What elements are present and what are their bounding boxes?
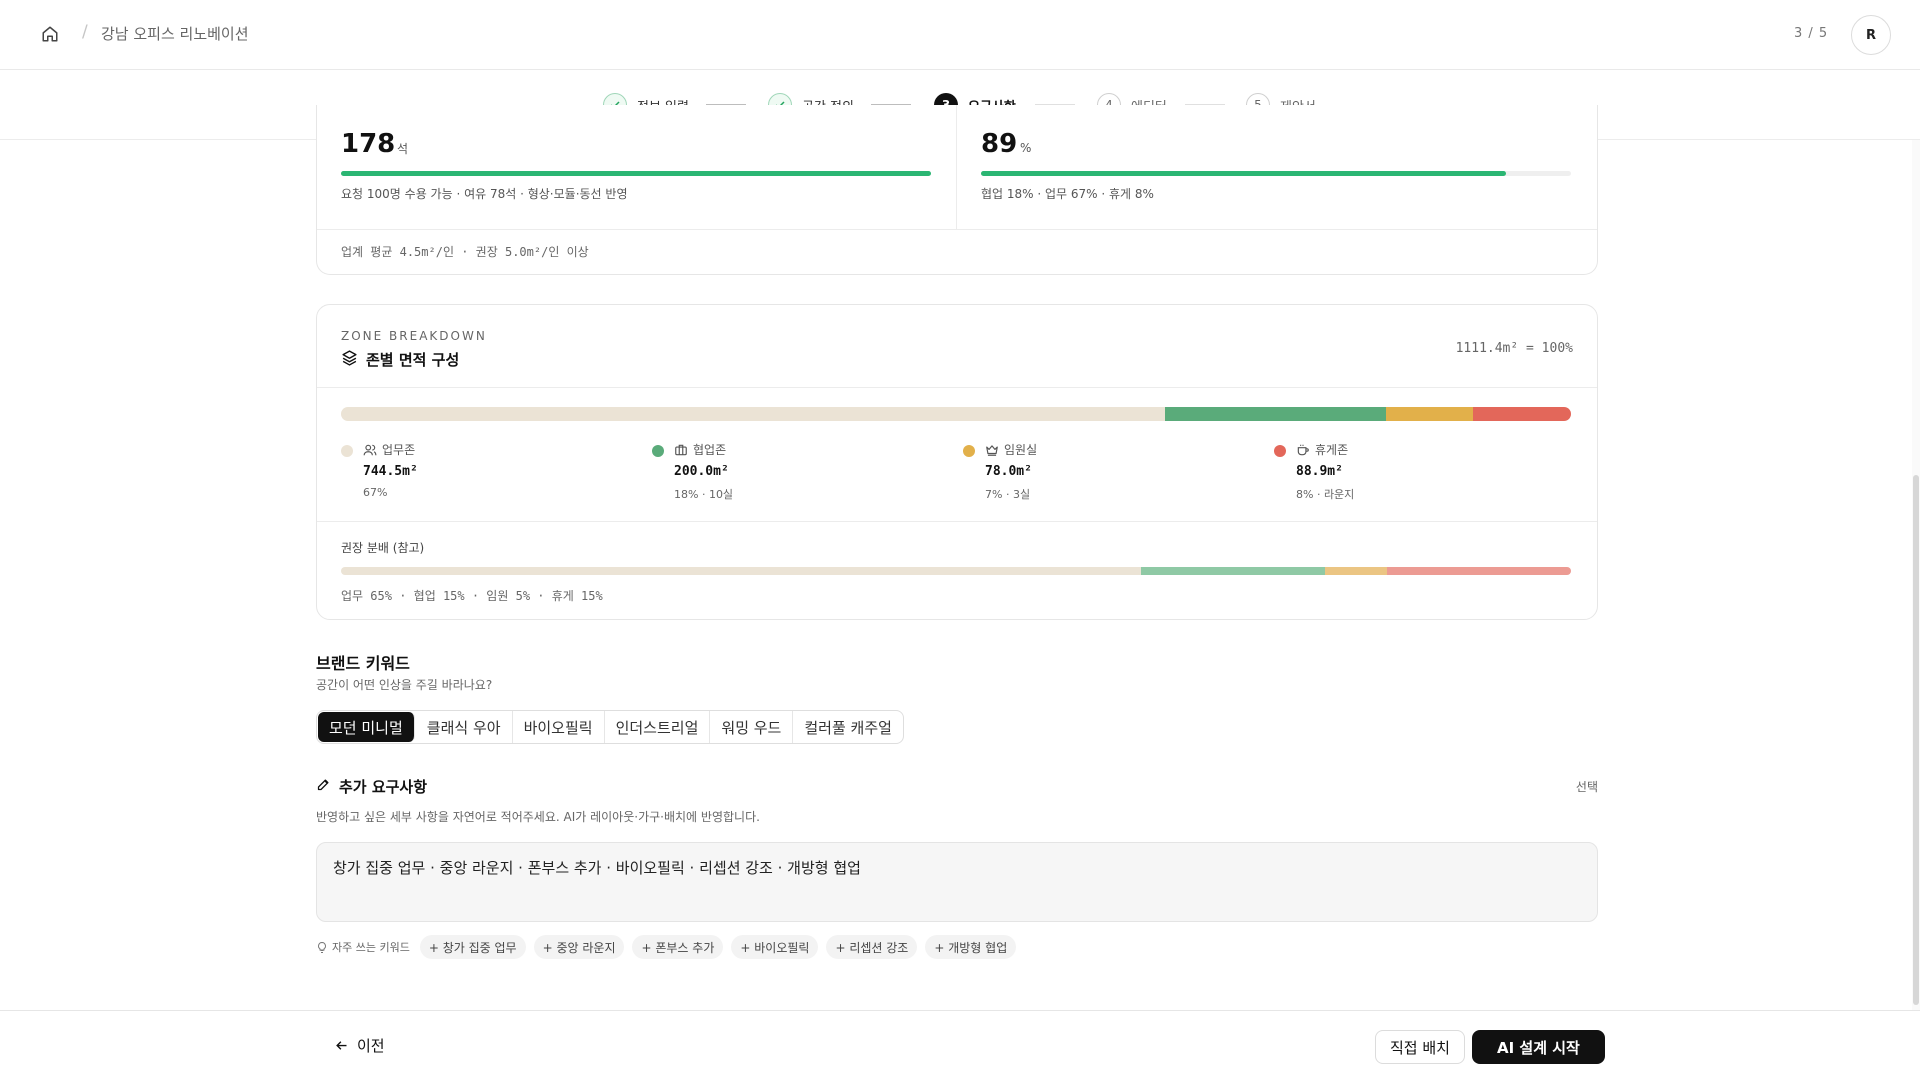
lightbulb-icon — [318, 941, 326, 953]
legend-label: 업무존 — [382, 443, 416, 457]
project-title[interactable]: 강남 오피스 리노베이션 — [101, 23, 249, 44]
optional-label: 선택 — [1575, 780, 1598, 794]
divider — [956, 105, 957, 229]
recommended-note: 업무 65% · 협업 15% · 임원 5% · 휴게 15% — [341, 589, 603, 603]
brand-title: 브랜드 키워드 — [316, 650, 410, 674]
efficiency-value: 89 — [981, 129, 1018, 159]
seat-unit: 석 — [397, 142, 409, 156]
users-icon — [363, 444, 377, 455]
divider — [317, 229, 1597, 230]
efficiency-progress — [981, 171, 1571, 176]
legend-sub: 7% · 3실 — [985, 488, 1031, 501]
brand-option-classic-elegant[interactable]: 클래식 우아 — [416, 711, 513, 743]
requirements-textarea[interactable] — [316, 842, 1598, 922]
scrollbar-thumb[interactable] — [1913, 475, 1919, 1005]
brand-title-text: 브랜드 키워드 — [316, 654, 410, 673]
legend-sub: 67% — [363, 486, 388, 499]
brand-subtitle: 공간이 어떤 인상을 주길 바라나요? — [316, 678, 493, 692]
keyword-chip[interactable]: + 개방형 협업 — [925, 935, 1017, 959]
top-bar: / 강남 오피스 리노베이션 3 / 5 R — [0, 0, 1920, 70]
legend-dot — [652, 445, 664, 457]
keyword-chip[interactable]: + 바이오필릭 — [731, 935, 819, 959]
brand-option-colorful-casual[interactable]: 컬러풀 캐주얼 — [793, 711, 903, 743]
legend-dot — [341, 445, 353, 457]
recommended-label: 권장 분배 (참고) — [341, 541, 425, 555]
zone-bar-segment — [341, 407, 1166, 421]
benchmark-note: 업계 평균 4.5m²/인 · 권장 5.0m²/인 이상 — [341, 245, 589, 259]
crown-icon — [986, 444, 998, 456]
back-button[interactable]: 이전 — [334, 1035, 385, 1056]
briefcase-icon — [675, 444, 687, 455]
manual-layout-button[interactable]: 직접 배치 — [1375, 1030, 1465, 1064]
zone-breakdown-card: ZONE BREAKDOWN 존별 면적 구성 1111.4m² = 100% … — [316, 304, 1598, 620]
recommended-bar-segment — [1325, 567, 1387, 575]
legend-area: 200.0m² — [674, 464, 729, 479]
requirements-title: 추가 요구사항 — [316, 776, 427, 797]
zone-bar-segment — [1472, 407, 1571, 421]
zone-total: 1111.4m² = 100% — [1455, 341, 1573, 356]
legend-area: 744.5m² — [363, 464, 418, 479]
brand-option-industrial[interactable]: 인더스트리얼 — [605, 711, 711, 743]
zone-bar-segment — [1165, 407, 1387, 421]
divider — [317, 521, 1597, 522]
legend-dot — [1274, 445, 1286, 457]
capacity-card: 178 석 요청 100명 수용 가능 · 여유 78석 · 형상·모듈·동선 … — [316, 105, 1598, 275]
ai-design-start-button[interactable]: AI 설계 시작 — [1472, 1030, 1605, 1064]
chips-label-text: 자주 쓰는 키워드 — [332, 941, 410, 954]
requirements-title-text: 추가 요구사항 — [339, 778, 428, 796]
efficiency-unit: % — [1020, 141, 1032, 155]
seat-progress-fill — [341, 171, 931, 176]
zone-title-text: 존별 면적 구성 — [366, 351, 460, 369]
seat-note: 요청 100명 수용 가능 · 여유 78석 · 형상·모듈·동선 반영 — [341, 187, 628, 201]
seat-count: 178 — [341, 129, 396, 159]
bottom-bar: 이전 직접 배치 AI 설계 시작 — [0, 1010, 1920, 1080]
keyword-chip[interactable]: + 폰부스 추가 — [632, 935, 724, 959]
home-icon[interactable] — [38, 22, 62, 46]
legend-dot — [963, 445, 975, 457]
legend-label: 협업존 — [693, 443, 727, 457]
legend-sub: 8% · 라운지 — [1296, 488, 1355, 501]
legend-sub: 18% · 10실 — [674, 488, 734, 501]
keyword-chip[interactable]: + 창가 집중 업무 — [419, 935, 526, 959]
coffee-icon — [1297, 444, 1309, 455]
keyword-chip[interactable]: + 리셉션 강조 — [826, 935, 918, 959]
brand-option-modern-minimal[interactable]: 모던 미니멀 — [318, 712, 415, 742]
keyword-chips: 자주 쓰는 키워드 + 창가 집중 업무 + 중앙 라운지 + 폰부스 추가 +… — [316, 935, 1017, 959]
zone-title: 존별 면적 구성 — [341, 349, 459, 370]
efficiency-note: 협업 18% · 업무 67% · 휴게 8% — [981, 187, 1154, 201]
recommended-stacked-bar — [341, 567, 1571, 575]
divider — [317, 387, 1597, 388]
zone-stacked-bar — [341, 407, 1571, 421]
recommended-bar-segment — [341, 567, 1141, 575]
brand-keyword-selector: 모던 미니멀 클래식 우아 바이오필릭 인더스트리얼 워밍 우드 컬러풀 캐주얼 — [316, 710, 904, 744]
zone-eyebrow: ZONE BREAKDOWN — [341, 329, 487, 343]
keyword-chip[interactable]: + 중앙 라운지 — [533, 935, 625, 959]
legend-label: 휴게존 — [1315, 443, 1349, 457]
arrow-left-icon — [336, 1041, 347, 1050]
legend-label: 임원실 — [1004, 443, 1038, 457]
efficiency-progress-fill — [981, 171, 1507, 176]
recommended-bar-segment — [1140, 567, 1325, 575]
brand-option-biophilic[interactable]: 바이오필릭 — [513, 711, 605, 743]
avatar[interactable]: R — [1851, 15, 1891, 55]
back-label: 이전 — [357, 1037, 385, 1055]
page-counter: 3 / 5 — [1794, 26, 1829, 41]
pencil-icon — [316, 777, 331, 796]
breadcrumb-separator: / — [82, 22, 88, 42]
recommended-bar-segment — [1386, 567, 1571, 575]
requirements-subtitle: 반영하고 싶은 세부 사항을 자연어로 적어주세요. AI가 레이아웃·가구·배… — [316, 810, 760, 824]
brand-option-warm-wood[interactable]: 워밍 우드 — [710, 711, 794, 743]
zone-bar-segment — [1386, 407, 1473, 421]
layers-icon — [341, 349, 358, 370]
legend-area: 88.9m² — [1296, 464, 1343, 479]
legend-area: 78.0m² — [985, 464, 1032, 479]
seat-progress — [341, 171, 931, 176]
